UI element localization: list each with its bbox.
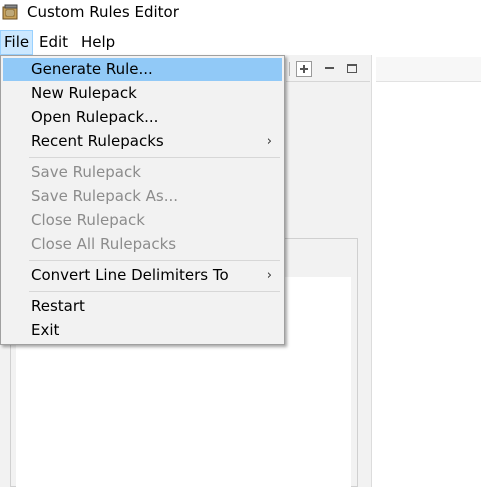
menu-separator (29, 157, 280, 158)
chevron-right-icon: › (266, 268, 272, 283)
menu-item-save-rulepack-as[interactable]: Save Rulepack As... (3, 185, 282, 208)
menu-file[interactable]: File (0, 30, 34, 55)
menu-item-label: Generate Rule... (31, 60, 153, 78)
view-toolbar (286, 57, 370, 82)
chevron-right-icon: › (266, 134, 272, 149)
menu-item-restart[interactable]: Restart (3, 295, 282, 318)
menu-item-label: New Rulepack (31, 84, 137, 102)
right-view-header (376, 57, 481, 82)
menu-item-label: Convert Line Delimiters To (31, 266, 229, 284)
application-window: Custom Rules Editor File Edit Help Gener… (0, 0, 481, 487)
minimize-icon[interactable] (322, 61, 338, 77)
menu-separator (29, 260, 280, 261)
menu-item-recent-rulepacks[interactable]: Recent Rulepacks › (3, 130, 282, 153)
menu-item-save-rulepack[interactable]: Save Rulepack (3, 161, 282, 184)
menu-item-label: Restart (31, 297, 85, 315)
file-menu-dropdown: Generate Rule... New Rulepack Open Rulep… (0, 55, 285, 345)
toolbar-separator (289, 62, 290, 76)
menu-item-open-rulepack[interactable]: Open Rulepack... (3, 106, 282, 129)
menu-item-label: Close All Rulepacks (31, 235, 177, 253)
menu-item-label: Close Rulepack (31, 211, 145, 229)
menu-item-exit[interactable]: Exit (3, 319, 282, 342)
menu-item-convert-line-delimiters[interactable]: Convert Line Delimiters To › (3, 264, 282, 287)
menu-item-generate-rule[interactable]: Generate Rule... (3, 58, 282, 81)
menu-item-new-rulepack[interactable]: New Rulepack (3, 82, 282, 105)
menu-item-label: Save Rulepack As... (31, 187, 179, 205)
add-view-icon[interactable] (296, 61, 312, 77)
menu-item-label: Exit (31, 321, 60, 339)
menu-edit[interactable]: Edit (36, 30, 71, 55)
menu-item-close-rulepack[interactable]: Close Rulepack (3, 209, 282, 232)
app-icon (2, 4, 18, 20)
menu-bar: File Edit Help (0, 30, 481, 55)
menu-item-label: Recent Rulepacks (31, 132, 164, 150)
menu-help[interactable]: Help (78, 30, 118, 55)
menu-separator (29, 291, 280, 292)
maximize-icon[interactable] (344, 61, 360, 77)
menu-item-label: Open Rulepack... (31, 108, 159, 126)
menu-item-close-all-rulepacks[interactable]: Close All Rulepacks (3, 233, 282, 256)
title-bar: Custom Rules Editor (0, 0, 481, 30)
menu-item-label: Save Rulepack (31, 163, 141, 181)
window-title: Custom Rules Editor (27, 3, 179, 21)
